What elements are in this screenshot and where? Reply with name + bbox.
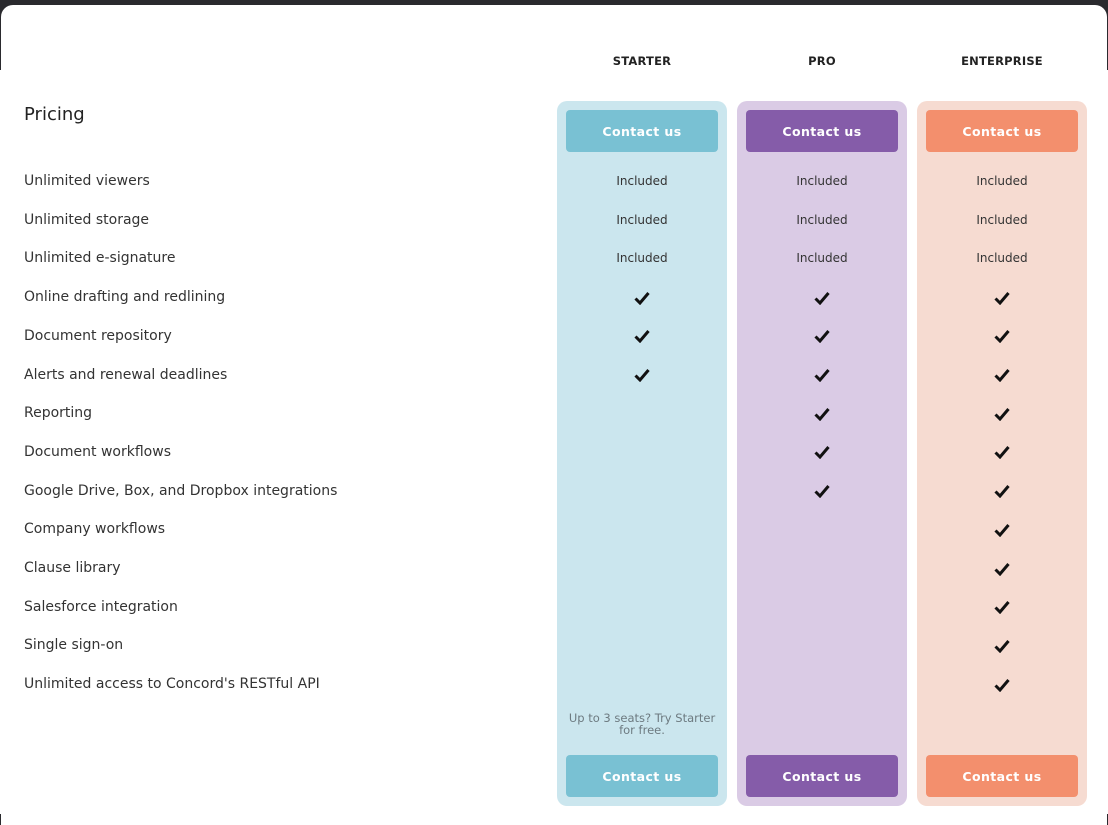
included-text: Included xyxy=(976,212,1028,227)
feature-label: Alerts and renewal deadlines xyxy=(24,366,228,383)
included-text: Included xyxy=(976,174,1028,188)
checkmark-icon xyxy=(917,365,1087,385)
checkmark-icon xyxy=(737,326,907,346)
feature-label: Online drafting and redlining xyxy=(24,289,226,306)
checkmark-icon xyxy=(737,365,907,385)
included-text: Included xyxy=(796,212,848,227)
plan-column-pro: Contact us Contact us Included Included Incl… xyxy=(737,101,907,806)
feature-label: Clause library xyxy=(24,560,121,576)
checkmark-icon xyxy=(557,287,727,307)
feature-label: Document repository xyxy=(24,327,172,344)
feature-label: Google Drive, Box, and Dropbox integrati… xyxy=(24,482,338,499)
included-text: Included xyxy=(796,174,848,188)
checkmark-icon xyxy=(917,635,1087,655)
contact-us-button[interactable]: Contact us xyxy=(566,755,718,797)
feature-label: Single sign-on xyxy=(24,637,124,654)
checkmark-icon xyxy=(917,674,1087,694)
included-text: Included xyxy=(616,174,668,188)
feature-label: Unlimited storage xyxy=(24,211,150,228)
plan-name: STARTER xyxy=(612,54,672,68)
checkmark-icon xyxy=(557,326,727,346)
checkmark-icon xyxy=(557,365,727,385)
plan-column-starter: Contact us Contact us Included Included Incl… xyxy=(557,101,727,806)
feature-label: Salesforce integration xyxy=(24,598,178,615)
checkmark-icon xyxy=(917,481,1087,501)
checkmark-icon xyxy=(737,287,907,307)
feature-label: Company workflows xyxy=(24,521,166,538)
feature-label: Reporting xyxy=(24,405,93,422)
checkmark-icon xyxy=(917,403,1087,423)
page-title: Pricing xyxy=(24,104,85,125)
checkmark-icon xyxy=(917,326,1087,346)
checkmark-icon xyxy=(917,597,1087,617)
contact-us-button[interactable]: Contact us xyxy=(926,110,1078,152)
checkmark-icon xyxy=(917,519,1087,539)
plan-name: ENTERPRISE xyxy=(961,54,1043,68)
contact-us-button[interactable]: Contact us xyxy=(566,110,718,152)
checkmark-icon xyxy=(737,403,907,423)
feature-label: Unlimited viewers xyxy=(24,173,150,189)
contact-us-button[interactable]: Contact us xyxy=(746,755,898,797)
included-text: Included xyxy=(616,251,668,266)
checkmark-icon xyxy=(917,442,1087,462)
plan-column-enterprise: Contact us Contact us Included Included Incl… xyxy=(917,101,1087,806)
checkmark-icon xyxy=(917,558,1087,578)
plan-note: Up to 3 seats? Try Starter for free. xyxy=(568,711,716,737)
checkmark-icon xyxy=(917,287,1087,307)
checkmark-icon xyxy=(737,442,907,462)
included-text: Included xyxy=(796,251,848,266)
contact-us-button[interactable]: Contact us xyxy=(746,110,898,152)
feature-label: Unlimited access to Concord's RESTful AP… xyxy=(24,676,320,693)
included-text: Included xyxy=(616,212,668,227)
contact-us-button[interactable]: Contact us xyxy=(926,755,1078,797)
plan-name: PRO xyxy=(808,54,836,68)
checkmark-icon xyxy=(737,481,907,501)
feature-label: Document workflows xyxy=(24,443,171,460)
feature-label: Unlimited e-signature xyxy=(24,250,176,267)
included-text: Included xyxy=(976,251,1028,266)
